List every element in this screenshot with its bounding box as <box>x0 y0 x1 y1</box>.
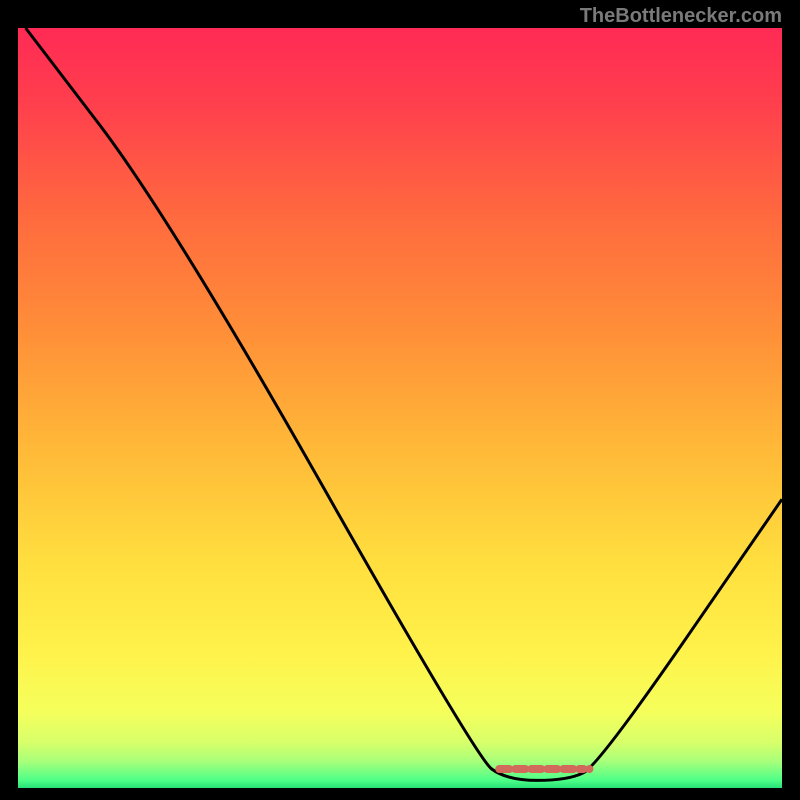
chart-marker <box>499 765 593 773</box>
chart-background <box>18 28 782 788</box>
chart-plot <box>18 28 782 788</box>
chart-svg <box>18 28 782 788</box>
attribution-text: TheBottlenecker.com <box>580 5 782 28</box>
